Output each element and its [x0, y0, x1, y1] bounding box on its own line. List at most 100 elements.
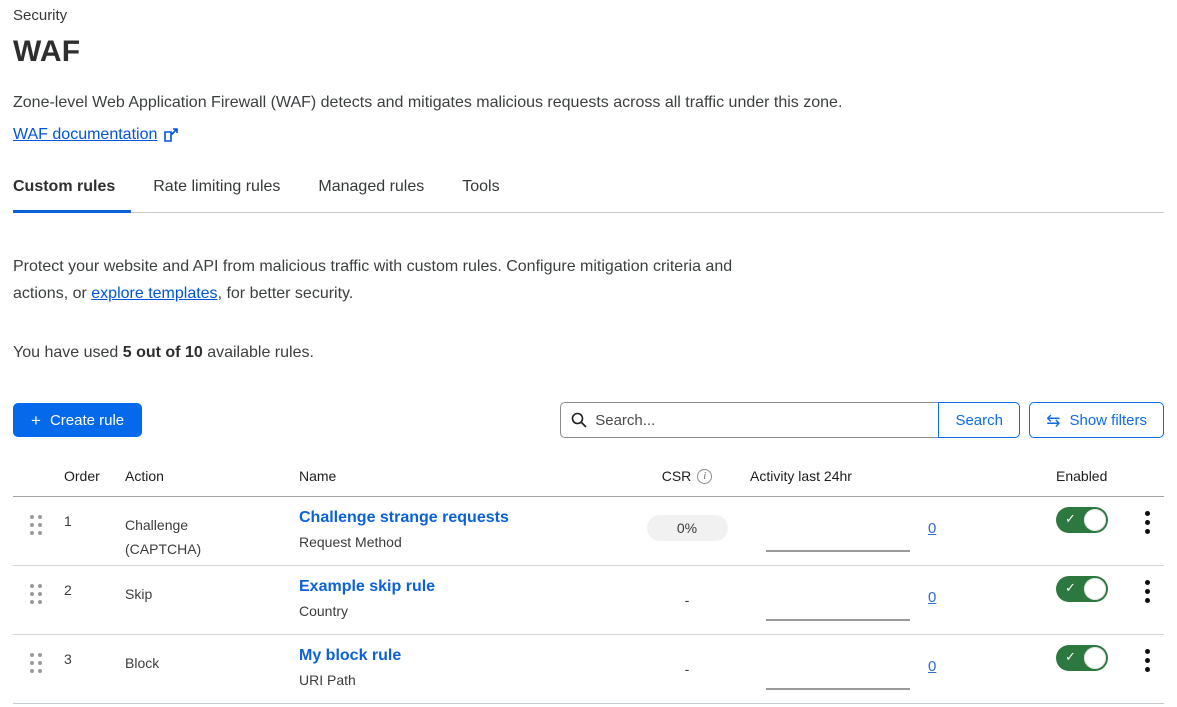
show-filters-button[interactable]: ⇆ Show filters: [1029, 402, 1164, 438]
rule-name-link[interactable]: My block rule: [299, 647, 401, 665]
rule-order: 2: [55, 566, 112, 634]
usage-count: 5 out of 10: [123, 344, 203, 361]
csr-badge: 0%: [647, 515, 728, 541]
create-rule-label: Create rule: [50, 412, 124, 429]
drag-handle[interactable]: [13, 635, 55, 703]
rules-usage-text: You have used 5 out of 10 available rule…: [13, 344, 1164, 362]
rule-menu-cell: [1123, 497, 1164, 565]
header-order: Order: [55, 468, 112, 484]
search-icon: [571, 412, 587, 428]
rule-enabled-cell: ✓: [1043, 635, 1123, 703]
rule-menu-cell: [1123, 566, 1164, 634]
documentation-row: WAF documentation: [13, 126, 1164, 144]
rule-enabled-cell: ✓: [1043, 497, 1123, 565]
rule-action: Skip: [112, 566, 286, 634]
kebab-menu-icon[interactable]: [1141, 509, 1153, 536]
usage-prefix: You have used: [13, 344, 123, 361]
rule-action: Challenge (CAPTCHA): [112, 497, 286, 565]
tab-rate-limiting-rules[interactable]: Rate limiting rules: [153, 178, 296, 212]
header-csr: CSR i: [637, 468, 737, 484]
kebab-menu-icon[interactable]: [1141, 647, 1153, 674]
tab-bar: Custom rules Rate limiting rules Managed…: [13, 178, 1164, 213]
search-input[interactable]: [595, 412, 928, 429]
swap-arrows-icon: ⇆: [1046, 412, 1060, 429]
check-icon: ✓: [1065, 580, 1076, 596]
header-action: Action: [112, 468, 286, 484]
rule-activity-cell: 0: [737, 497, 1043, 565]
explore-templates-link[interactable]: explore templates: [91, 285, 217, 302]
table-row: 1 Challenge (CAPTCHA) Challenge strange …: [13, 497, 1164, 566]
csr-value: -: [685, 653, 690, 677]
header-menu-spacer: [1123, 468, 1164, 484]
tab-custom-rules[interactable]: Custom rules: [13, 178, 131, 213]
usage-suffix: available rules.: [203, 344, 314, 361]
intro-text: Protect your website and API from malici…: [13, 253, 758, 307]
table-row: 2 Skip Example skip rule Country - 0 ✓: [13, 566, 1164, 635]
header-drag-spacer: [13, 468, 55, 484]
tab-managed-rules[interactable]: Managed rules: [318, 178, 440, 212]
header-name: Name: [286, 468, 637, 484]
search-box: [560, 402, 938, 438]
waf-page: Security WAF Zone-level Web Application …: [0, 0, 1177, 704]
toggle-knob: [1084, 647, 1106, 669]
custom-rules-table: Order Action Name CSR i Activity last 24…: [13, 458, 1164, 704]
rule-action-line1: Challenge: [125, 513, 286, 537]
enabled-toggle[interactable]: ✓: [1056, 645, 1108, 671]
table-header: Order Action Name CSR i Activity last 24…: [13, 458, 1164, 497]
rule-action-line1: Block: [125, 651, 286, 675]
kebab-menu-icon[interactable]: [1141, 578, 1153, 605]
page-title: WAF: [13, 33, 1164, 71]
rule-enabled-cell: ✓: [1043, 566, 1123, 634]
rule-name-cell: Challenge strange requests Request Metho…: [286, 497, 637, 565]
activity-sparkline: [766, 550, 910, 552]
external-link-icon: [164, 128, 178, 142]
info-icon[interactable]: i: [697, 469, 712, 484]
activity-value-link[interactable]: 0: [928, 589, 936, 606]
enabled-toggle[interactable]: ✓: [1056, 576, 1108, 602]
rule-name-cell: My block rule URI Path: [286, 635, 637, 703]
rule-action-line2: (CAPTCHA): [125, 537, 286, 561]
rule-field: Request Method: [299, 534, 637, 550]
activity-sparkline: [766, 688, 910, 690]
drag-dots-icon: [30, 653, 42, 673]
search-button[interactable]: Search: [938, 402, 1020, 438]
drag-dots-icon: [30, 515, 42, 535]
plus-icon: +: [31, 412, 41, 429]
rule-csr-cell: 0%: [637, 497, 737, 565]
rule-field: URI Path: [299, 672, 637, 688]
toggle-knob: [1084, 509, 1106, 531]
rule-order: 3: [55, 635, 112, 703]
activity-sparkline: [766, 619, 910, 621]
rule-csr-cell: -: [637, 635, 737, 703]
create-rule-button[interactable]: + Create rule: [13, 403, 142, 437]
rule-csr-cell: -: [637, 566, 737, 634]
page-description: Zone-level Web Application Firewall (WAF…: [13, 92, 1164, 113]
rule-activity-cell: 0: [737, 635, 1043, 703]
drag-dots-icon: [30, 584, 42, 604]
rule-activity-cell: 0: [737, 566, 1043, 634]
check-icon: ✓: [1065, 511, 1076, 527]
activity-value-link[interactable]: 0: [928, 520, 936, 537]
drag-handle[interactable]: [13, 497, 55, 565]
rule-menu-cell: [1123, 635, 1164, 703]
rule-name-link[interactable]: Challenge strange requests: [299, 509, 509, 527]
breadcrumb: Security: [13, 7, 1164, 27]
rule-field: Country: [299, 603, 637, 619]
waf-documentation-link[interactable]: WAF documentation: [13, 126, 157, 144]
enabled-toggle[interactable]: ✓: [1056, 507, 1108, 533]
csr-value: -: [685, 584, 690, 608]
header-csr-label: CSR: [662, 468, 692, 484]
rule-action-line1: Skip: [125, 582, 286, 606]
show-filters-label: Show filters: [1069, 412, 1147, 429]
intro-text-after: , for better security.: [218, 285, 354, 302]
rule-name-cell: Example skip rule Country: [286, 566, 637, 634]
rule-action: Block: [112, 635, 286, 703]
header-enabled: Enabled: [1043, 468, 1123, 484]
header-activity: Activity last 24hr: [737, 468, 1043, 484]
drag-handle[interactable]: [13, 566, 55, 634]
activity-value-link[interactable]: 0: [928, 658, 936, 675]
table-row: 3 Block My block rule URI Path - 0 ✓: [13, 635, 1164, 704]
check-icon: ✓: [1065, 649, 1076, 665]
tab-tools[interactable]: Tools: [462, 178, 515, 212]
rule-name-link[interactable]: Example skip rule: [299, 578, 435, 596]
